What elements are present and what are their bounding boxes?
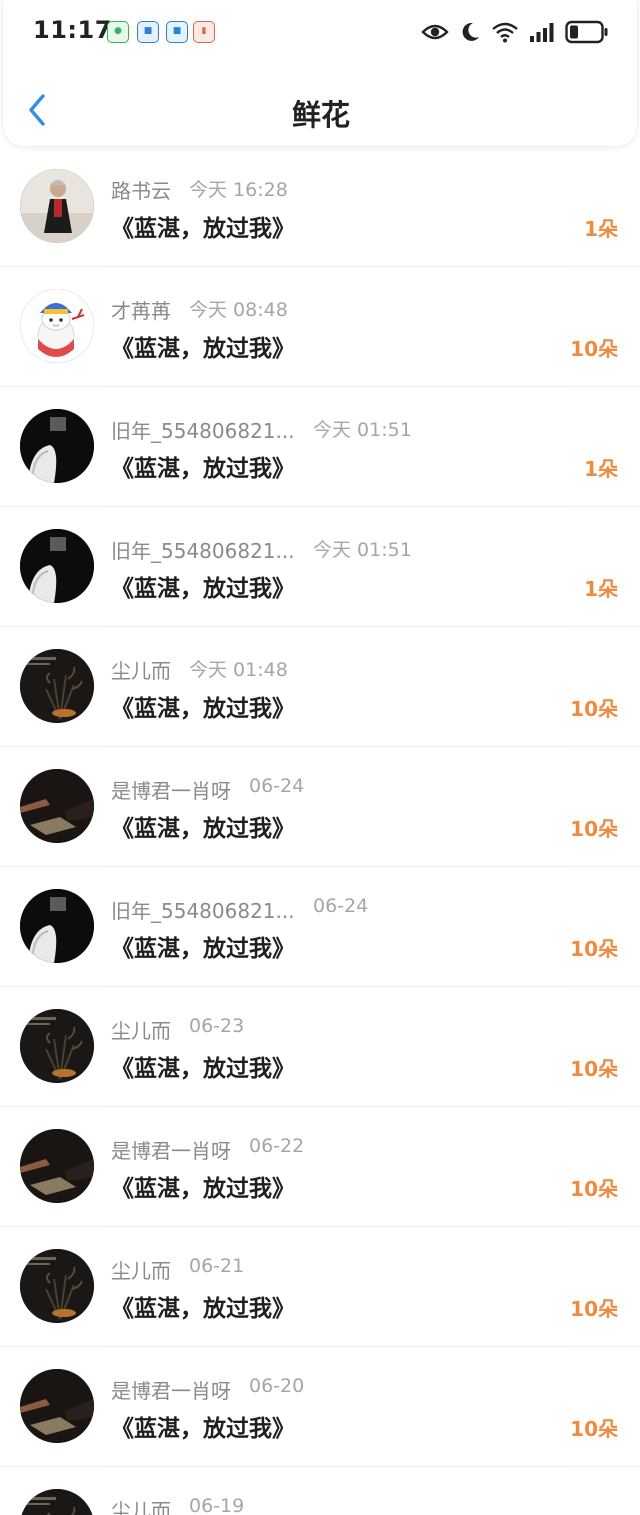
zhihu-icon: ■: [166, 21, 188, 43]
status-clock: 11:17: [33, 16, 112, 44]
user-name[interactable]: 旧年_554806821...: [111, 895, 295, 924]
item-meta: 才苒苒 今天 08:48: [111, 295, 288, 324]
avatar[interactable]: [20, 1129, 94, 1203]
user-name[interactable]: 才苒苒: [111, 295, 171, 324]
flower-count: 10朵: [570, 1297, 618, 1321]
user-name[interactable]: 路书云: [111, 175, 171, 204]
flower-count: 1朵: [584, 217, 618, 241]
avatar[interactable]: [20, 649, 94, 723]
battery-icon: [565, 20, 608, 44]
book-title[interactable]: 《蓝湛，放过我》: [111, 689, 295, 723]
user-name[interactable]: 旧年_554806821...: [111, 535, 295, 564]
user-name[interactable]: 尘儿而: [111, 1495, 171, 1515]
flower-count: 10朵: [570, 337, 618, 361]
status-bar: 11:17 ● ■ ■ ▮: [3, 0, 639, 64]
item-meta: 路书云 今天 16:28: [111, 175, 288, 204]
flower-count: 1朵: [584, 457, 618, 481]
book-title[interactable]: 《蓝湛，放过我》: [111, 209, 295, 243]
flower-count: 10朵: [570, 817, 618, 841]
item-meta: 是博君一肖呀 06-24: [111, 775, 304, 804]
list-item[interactable]: 路书云 今天 16:28 《蓝湛，放过我》 1朵: [0, 147, 640, 267]
gift-time: 今天 16:28: [189, 179, 288, 201]
list-item[interactable]: 是博君一肖呀 06-22 《蓝湛，放过我》 10朵: [0, 1107, 640, 1227]
avatar[interactable]: [20, 1249, 94, 1323]
avatar[interactable]: [20, 1489, 94, 1515]
book-title[interactable]: 《蓝湛，放过我》: [111, 1169, 295, 1203]
avatar[interactable]: [20, 889, 94, 963]
book-app-icon: ▮: [193, 21, 215, 43]
signal-icon: [530, 23, 554, 42]
wechat-icon: ●: [107, 21, 129, 43]
item-meta: 旧年_554806821... 今天 01:51: [111, 415, 412, 444]
book-title[interactable]: 《蓝湛，放过我》: [111, 1289, 295, 1323]
list-item[interactable]: 是博君一肖呀 06-20 《蓝湛，放过我》 10朵: [0, 1347, 640, 1467]
item-meta: 旧年_554806821... 今天 01:51: [111, 535, 412, 564]
avatar[interactable]: [20, 1009, 94, 1083]
avatar[interactable]: [20, 529, 94, 603]
gift-time: 06-20: [249, 1375, 305, 1397]
list-item[interactable]: 旧年_554806821... 今天 01:51 《蓝湛，放过我》 1朵: [0, 387, 640, 507]
book-title[interactable]: 《蓝湛，放过我》: [111, 329, 295, 363]
list-item[interactable]: 尘儿而 06-23 《蓝湛，放过我》 10朵: [0, 987, 640, 1107]
flower-count: 10朵: [570, 937, 618, 961]
book-title[interactable]: 《蓝湛，放过我》: [111, 449, 295, 483]
user-name[interactable]: 尘儿而: [111, 655, 171, 684]
item-meta: 尘儿而 06-19: [111, 1495, 244, 1515]
flower-count: 1朵: [584, 577, 618, 601]
gift-time: 06-21: [189, 1255, 245, 1277]
user-name[interactable]: 尘儿而: [111, 1015, 171, 1044]
moon-icon: [462, 22, 479, 41]
flower-count: 10朵: [570, 697, 618, 721]
user-name[interactable]: 尘儿而: [111, 1255, 171, 1284]
page-title: 鲜花: [291, 98, 350, 132]
system-icons: [421, 18, 609, 46]
wifi-icon: [492, 22, 518, 43]
flowers-page: 11:17 ● ■ ■ ▮ 鲜花 路书云 今天 16:28 《蓝湛，放过我》 1…: [0, 0, 640, 1515]
list-item[interactable]: 旧年_554806821... 06-24 《蓝湛，放过我》 10朵: [0, 867, 640, 987]
user-name[interactable]: 是博君一肖呀: [111, 775, 231, 804]
list-item[interactable]: 是博君一肖呀 06-24 《蓝湛，放过我》 10朵: [0, 747, 640, 867]
avatar[interactable]: [20, 169, 94, 243]
flower-count: 10朵: [570, 1057, 618, 1081]
gift-time: 06-23: [189, 1015, 245, 1037]
gift-time: 06-24: [313, 895, 369, 917]
eye-icon: [421, 24, 449, 40]
item-meta: 旧年_554806821... 06-24: [111, 895, 368, 924]
item-meta: 是博君一肖呀 06-20: [111, 1375, 304, 1404]
avatar[interactable]: [20, 769, 94, 843]
list-item[interactable]: 尘儿而 06-21 《蓝湛，放过我》 10朵: [0, 1227, 640, 1347]
gift-time: 今天 08:48: [189, 299, 288, 321]
gift-time: 今天 01:51: [313, 419, 412, 441]
gift-time: 06-24: [249, 775, 305, 797]
avatar[interactable]: [20, 1369, 94, 1443]
list-item[interactable]: 旧年_554806821... 今天 01:51 《蓝湛，放过我》 1朵: [0, 507, 640, 627]
list-item[interactable]: 才苒苒 今天 08:48 《蓝湛，放过我》 10朵: [0, 267, 640, 387]
item-meta: 尘儿而 06-21: [111, 1255, 244, 1284]
book-title[interactable]: 《蓝湛，放过我》: [111, 569, 295, 603]
sports-app-icon: ■: [137, 21, 159, 43]
avatar[interactable]: [20, 289, 94, 363]
item-meta: 尘儿而 今天 01:48: [111, 655, 288, 684]
user-name[interactable]: 是博君一肖呀: [111, 1135, 231, 1164]
book-title[interactable]: 《蓝湛，放过我》: [111, 929, 295, 963]
header: 11:17 ● ■ ■ ▮ 鲜花: [2, 0, 638, 147]
gift-time: 今天 01:51: [313, 539, 412, 561]
nav-bar: 鲜花: [3, 64, 639, 147]
book-title[interactable]: 《蓝湛，放过我》: [111, 1049, 295, 1083]
item-meta: 尘儿而 06-23: [111, 1015, 244, 1044]
flower-gift-list: 路书云 今天 16:28 《蓝湛，放过我》 1朵 才苒苒 今天 08:48 《蓝湛，放过我》…: [0, 147, 640, 1515]
gift-time: 06-19: [189, 1495, 245, 1515]
book-title[interactable]: 《蓝湛，放过我》: [111, 809, 295, 843]
gift-time: 今天 01:48: [189, 659, 288, 681]
item-meta: 是博君一肖呀 06-22: [111, 1135, 304, 1164]
flower-count: 10朵: [570, 1417, 618, 1441]
book-title[interactable]: 《蓝湛，放过我》: [111, 1409, 295, 1443]
list-item[interactable]: 尘儿而 06-19: [0, 1467, 640, 1515]
flower-count: 10朵: [570, 1177, 618, 1201]
gift-time: 06-22: [249, 1135, 305, 1157]
user-name[interactable]: 旧年_554806821...: [111, 415, 295, 444]
list-item[interactable]: 尘儿而 今天 01:48 《蓝湛，放过我》 10朵: [0, 627, 640, 747]
avatar[interactable]: [20, 409, 94, 483]
user-name[interactable]: 是博君一肖呀: [111, 1375, 231, 1404]
